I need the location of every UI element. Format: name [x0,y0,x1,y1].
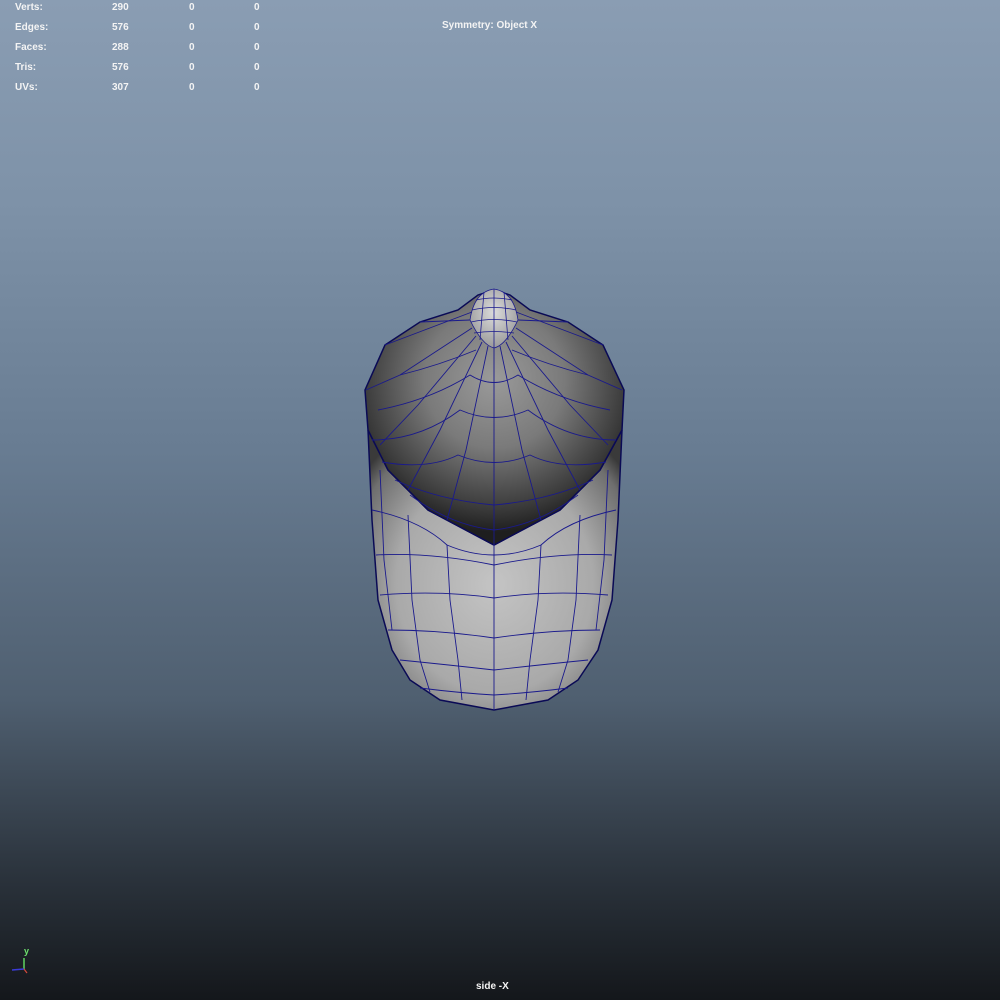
axis-y-label: y [24,946,30,956]
hud-label: Verts: [15,2,43,13]
poly-count-hud: Verts: 290 0 0 Edges: 576 0 0 Faces: 288… [0,0,300,100]
hud-other: 0 [254,22,260,33]
hud-total: 307 [112,82,129,93]
hud-label: UVs: [15,82,38,93]
hud-other: 0 [254,62,260,73]
hud-row-verts: Verts: 290 0 0 [0,0,300,16]
camera-name-label: side -X [476,981,509,992]
hud-selected: 0 [189,82,195,93]
hud-selected: 0 [189,42,195,53]
symmetry-indicator: Symmetry: Object X [442,20,538,31]
hud-total: 576 [112,22,129,33]
hud-other: 0 [254,42,260,53]
hud-row-faces: Faces: 288 0 0 [0,40,300,56]
hud-total: 290 [112,2,129,13]
hud-label: Faces: [15,42,47,53]
hud-label: Edges: [15,22,49,33]
axis-gizmo-icon: y [4,946,34,978]
hud-total: 288 [112,42,129,53]
hud-row-edges: Edges: 576 0 0 [0,20,300,36]
hud-total: 576 [112,62,129,73]
hud-row-tris: Tris: 576 0 0 [0,60,300,76]
hud-label: Tris: [15,62,37,73]
hud-other: 0 [254,82,260,93]
hud-selected: 0 [189,22,195,33]
hud-selected: 0 [189,62,195,73]
polygon-mesh-head[interactable] [0,0,1000,1000]
hud-other: 0 [254,2,260,13]
hud-row-uvs: UVs: 307 0 0 [0,80,300,96]
hud-selected: 0 [189,2,195,13]
